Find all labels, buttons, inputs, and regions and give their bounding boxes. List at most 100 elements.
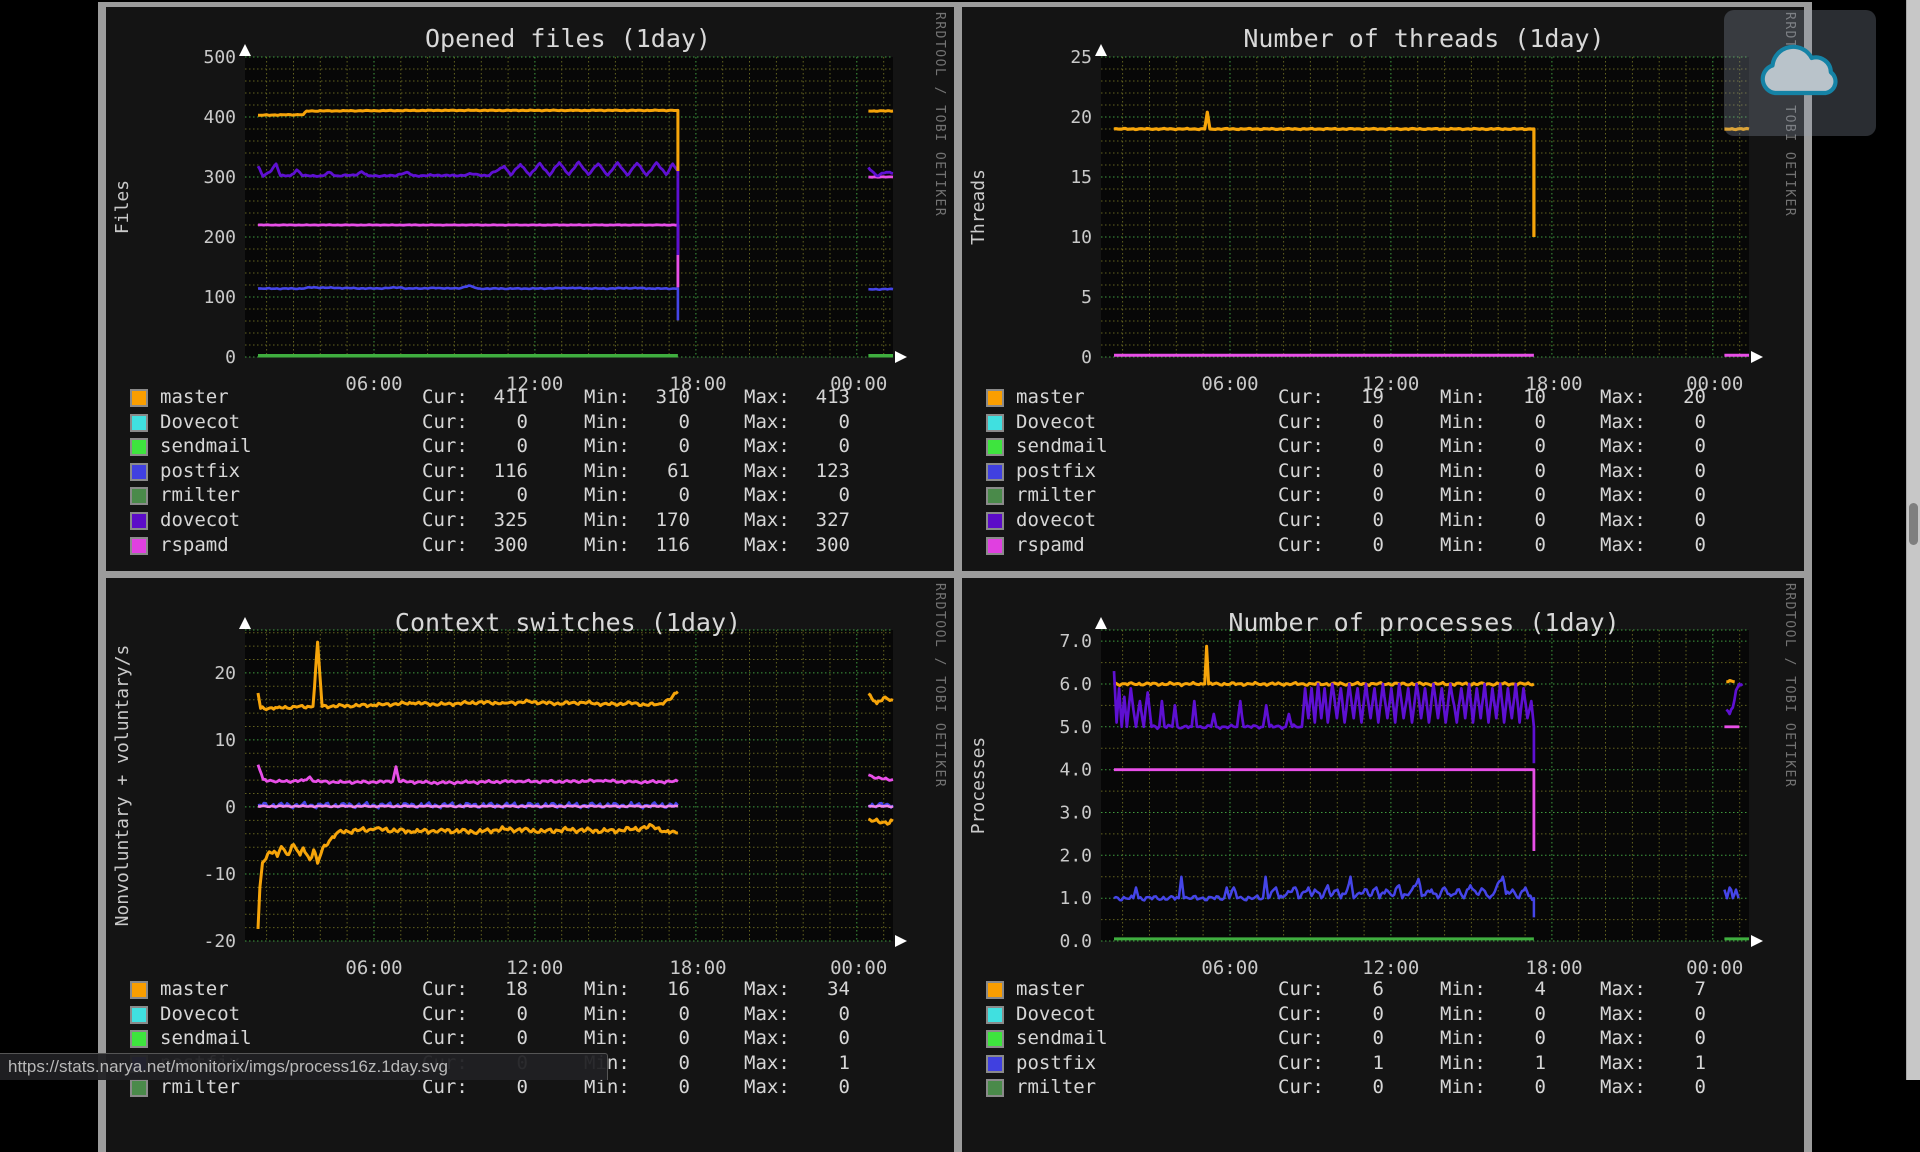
legend-curv: 0 <box>1292 459 1384 483</box>
legend-maxv: 1 <box>758 1051 850 1075</box>
legend-color-swatch <box>130 981 148 999</box>
legend-color-swatch <box>986 537 1004 555</box>
status-bar-url: https://stats.narya.net/monitorix/imgs/p… <box>0 1053 608 1080</box>
series-line-zero-line <box>258 806 678 808</box>
legend-maxv: 327 <box>758 508 850 532</box>
legend-minv: 0 <box>598 1002 690 1026</box>
legend-curv: 116 <box>436 459 528 483</box>
legend-label: sendmail <box>160 434 252 458</box>
legend-minv: 0 <box>1454 410 1546 434</box>
legend-row-master: masterCur:19Min:10Max:20 <box>962 385 1804 409</box>
y-tick-label: -10 <box>203 864 236 885</box>
y-axis-label: Files <box>112 180 133 234</box>
legend-minv: 0 <box>598 483 690 507</box>
y-tick-label: 2.0 <box>1059 845 1092 866</box>
legend-curv: 1 <box>1292 1051 1384 1075</box>
legend-maxv: 7 <box>1614 977 1706 1001</box>
legend-curv: 18 <box>436 977 528 1001</box>
legend-maxv: 1 <box>1614 1051 1706 1075</box>
legend-color-swatch <box>986 1079 1004 1097</box>
x-axis-arrow-icon <box>895 351 907 363</box>
legend-maxv: 0 <box>1614 410 1706 434</box>
scrollbar-thumb[interactable] <box>1909 503 1918 545</box>
rrdtool-watermark: RRDTOOL / TOBI OETIKER <box>932 12 947 217</box>
legend-row-dovecot: dovecotCur:0Min:0Max:0 <box>962 508 1804 532</box>
y-axis-label: Processes <box>968 737 989 835</box>
legend-minv: 0 <box>1454 533 1546 557</box>
legend-curv: 325 <box>436 508 528 532</box>
y-tick-label: 6.0 <box>1059 674 1092 695</box>
y-tick-label: 400 <box>203 107 236 128</box>
y-axis-arrow-icon <box>1095 617 1107 629</box>
legend-curv: 0 <box>1292 533 1384 557</box>
legend-label: Dovecot <box>160 410 240 434</box>
legend-label: rmilter <box>1016 1075 1096 1099</box>
legend-label: master <box>160 385 229 409</box>
legend-row-postfix: postfixCur:116Min:61Max:123 <box>106 459 954 483</box>
y-tick-label: 20 <box>1070 107 1092 128</box>
y-tick-label: 15 <box>1070 167 1092 188</box>
y-tick-label: 10 <box>214 730 236 751</box>
y-axis-arrow-icon <box>1095 44 1107 56</box>
legend-row-postfix: postfixCur:0Min:0Max:0 <box>962 459 1804 483</box>
y-tick-label: 0.0 <box>1059 931 1092 952</box>
legend-maxv: 0 <box>758 434 850 458</box>
legend-maxv: 123 <box>758 459 850 483</box>
y-tick-label: 20 <box>214 663 236 684</box>
legend-minv: 0 <box>598 1075 690 1099</box>
legend-row-rspamd: rspamdCur:300Min:116Max:300 <box>106 533 954 557</box>
chart-title: Number of threads (1day) <box>1243 24 1604 53</box>
legend-label: rmilter <box>160 483 240 507</box>
graphs-grid-frame: 010020030040050006:0012:0018:0000:00Open… <box>98 2 1812 1152</box>
legend-maxv: 0 <box>758 1075 850 1099</box>
legend-minv: 0 <box>598 1026 690 1050</box>
legend-label: rspamd <box>1016 533 1085 557</box>
legend-minv: 310 <box>598 385 690 409</box>
y-tick-label: -20 <box>203 931 236 952</box>
legend-color-swatch <box>986 414 1004 432</box>
legend-curv: 0 <box>436 1026 528 1050</box>
legend-color-swatch <box>986 1055 1004 1073</box>
legend-curv: 0 <box>1292 1002 1384 1026</box>
legend-label: Dovecot <box>160 1002 240 1026</box>
cloud-overlay-button[interactable] <box>1724 10 1876 136</box>
legend-row-sendmail: sendmailCur:0Min:0Max:0 <box>962 434 1804 458</box>
legend-maxv: 0 <box>1614 459 1706 483</box>
legend-label: dovecot <box>160 508 240 532</box>
legend-color-swatch <box>130 463 148 481</box>
y-tick-label: 3.0 <box>1059 803 1092 824</box>
legend-curv: 300 <box>436 533 528 557</box>
legend-row-sendmail: sendmailCur:0Min:0Max:0 <box>106 434 954 458</box>
y-tick-label: 0 <box>225 797 236 818</box>
legend-row-dovecot: DovecotCur:0Min:0Max:0 <box>106 410 954 434</box>
legend-curv: 6 <box>1292 977 1384 1001</box>
y-tick-label: 200 <box>203 227 236 248</box>
legend-label: Dovecot <box>1016 410 1096 434</box>
series-line-postfix <box>868 289 893 290</box>
legend-curv: 0 <box>436 434 528 458</box>
legend-color-swatch <box>986 389 1004 407</box>
legend-color-swatch <box>986 1006 1004 1024</box>
legend-minv: 170 <box>598 508 690 532</box>
legend-color-swatch <box>986 512 1004 530</box>
legend-color-swatch <box>986 487 1004 505</box>
legend-color-swatch <box>130 1079 148 1097</box>
series-line-master <box>1726 681 1734 682</box>
y-tick-label: 5.0 <box>1059 717 1092 738</box>
y-tick-label: 0 <box>225 347 236 368</box>
legend-maxv: 0 <box>758 410 850 434</box>
chart-panel-opened-files: 010020030040050006:0012:0018:0000:00Open… <box>106 7 954 571</box>
legend-label: sendmail <box>160 1026 252 1050</box>
legend-minv: 0 <box>598 1051 690 1075</box>
legend-maxv: 0 <box>758 483 850 507</box>
legend-minv: 0 <box>598 434 690 458</box>
scrollbar-track[interactable] <box>1906 0 1920 1080</box>
legend-color-swatch <box>986 463 1004 481</box>
y-tick-label: 10 <box>1070 227 1092 248</box>
chart-title: Number of processes (1day) <box>1228 608 1619 637</box>
legend-curv: 0 <box>1292 483 1384 507</box>
legend-curv: 0 <box>1292 434 1384 458</box>
chart-title: Context switches (1day) <box>395 608 741 637</box>
legend-minv: 1 <box>1454 1051 1546 1075</box>
legend-row-master: masterCur:18Min:16Max:34 <box>106 977 954 1001</box>
